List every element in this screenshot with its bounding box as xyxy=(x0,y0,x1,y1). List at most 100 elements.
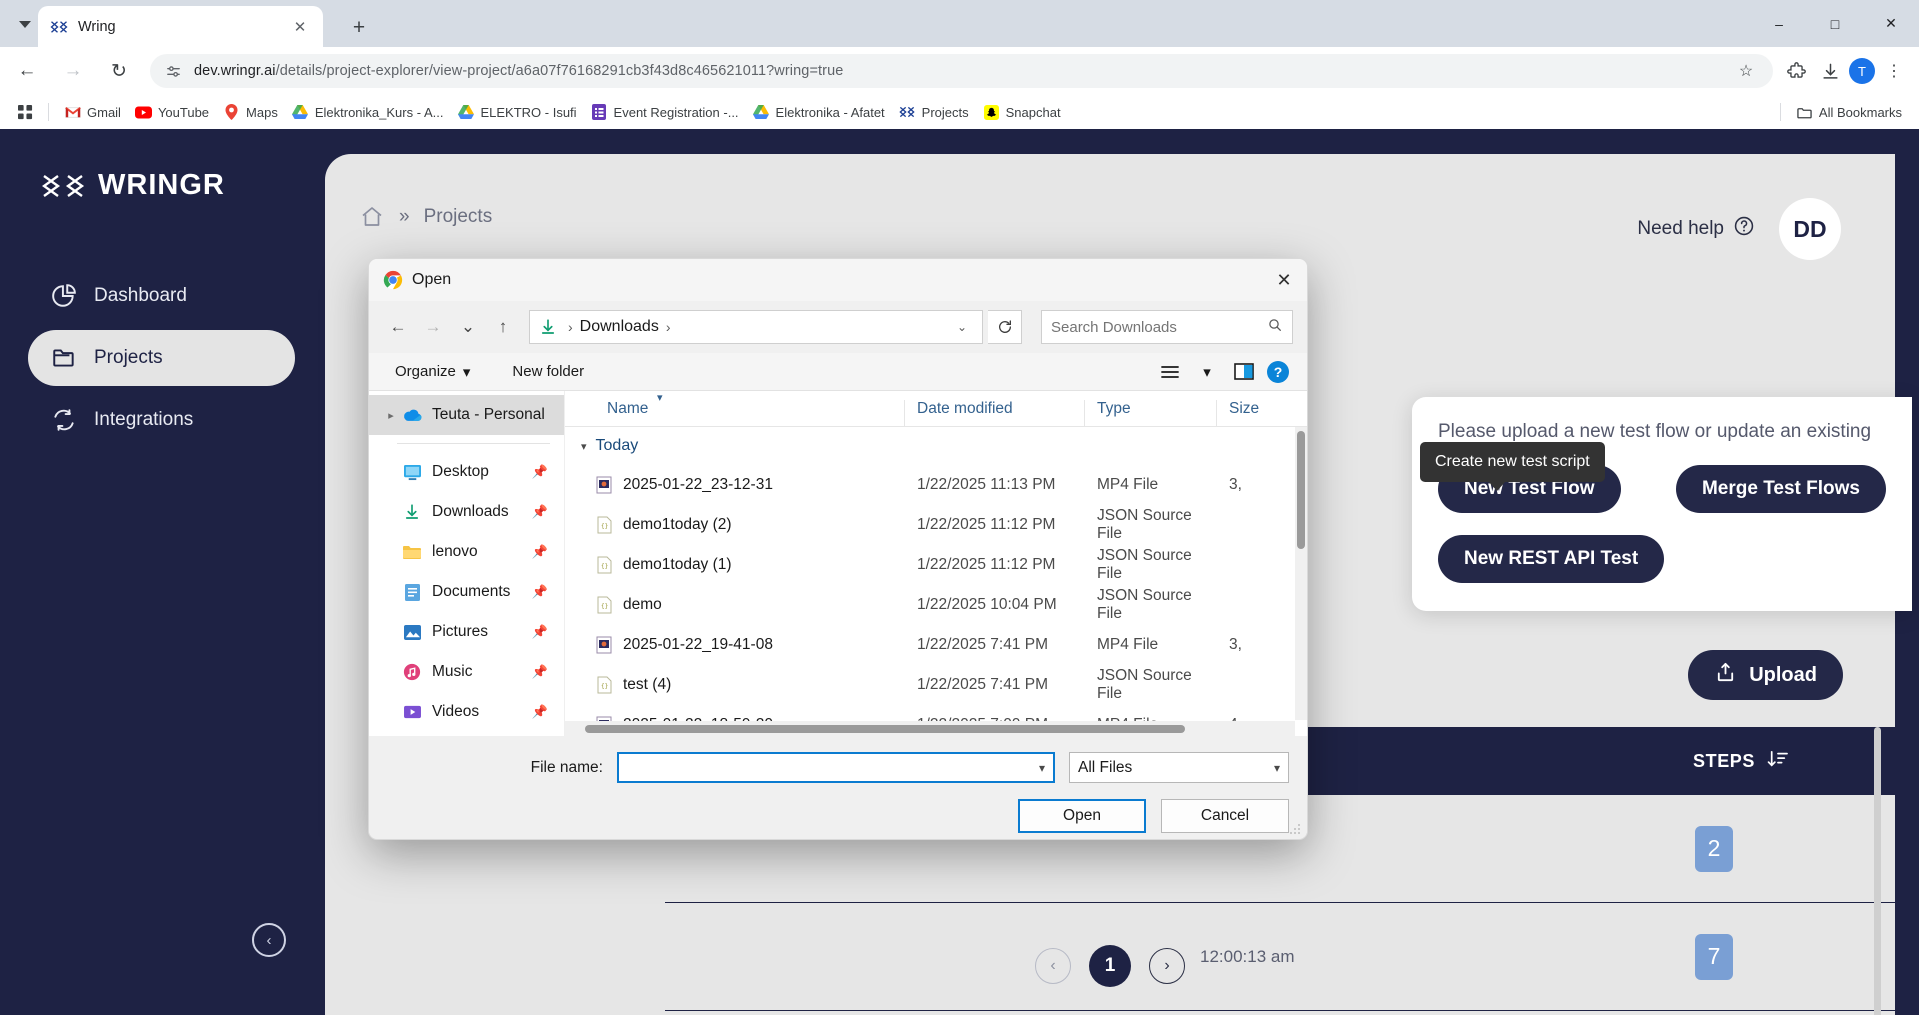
file-list-vertical-scrollbar[interactable] xyxy=(1295,427,1307,720)
filename-field[interactable]: ▾ xyxy=(617,752,1055,783)
list-item[interactable]: {} demo1today (1) 1/22/2025 11:12 PM JSO… xyxy=(565,545,1307,585)
bookmark-elektronika-afatet[interactable]: Elektronika - Afatet xyxy=(746,99,892,125)
search-input[interactable] xyxy=(1051,318,1267,336)
sidebar-collapse-button[interactable]: ‹ xyxy=(252,923,286,957)
user-avatar[interactable]: DD xyxy=(1779,198,1841,260)
chrome-menu-icon[interactable]: ⋮ xyxy=(1879,56,1909,86)
filename-input[interactable] xyxy=(627,759,1039,776)
bookmark-maps[interactable]: Maps xyxy=(216,99,285,125)
all-bookmarks-button[interactable]: All Bookmarks xyxy=(1789,99,1909,125)
minimize-button[interactable]: – xyxy=(1751,0,1807,47)
bookmark-elektronika-kurs[interactable]: Elektronika_Kurs - A... xyxy=(285,99,451,125)
new-tab-button[interactable]: + xyxy=(345,14,373,42)
search-icon[interactable] xyxy=(1267,317,1283,338)
help-icon[interactable]: ? xyxy=(1267,360,1289,383)
tree-item-desktop[interactable]: Desktop 📌 xyxy=(369,452,564,492)
prev-page-button[interactable]: ‹ xyxy=(1035,948,1071,984)
list-item[interactable]: {} demo1today (2) 1/22/2025 11:12 PM JSO… xyxy=(565,505,1307,545)
back-button[interactable]: ← xyxy=(383,312,413,342)
file-type-filter-select[interactable]: All Files ▾ xyxy=(1069,752,1289,783)
page-number-1[interactable]: 1 xyxy=(1089,945,1131,987)
view-list-icon[interactable] xyxy=(1156,360,1184,384)
tree-item-documents[interactable]: Documents 📌 xyxy=(369,572,564,612)
pin-icon[interactable]: 📌 xyxy=(532,464,548,480)
sort-descending-icon[interactable] xyxy=(1767,750,1789,773)
file-list-horizontal-scrollbar[interactable] xyxy=(565,721,1295,736)
cancel-button[interactable]: Cancel xyxy=(1161,799,1289,833)
need-help-button[interactable]: Need help xyxy=(1637,215,1755,243)
column-header-name[interactable]: Name ▾ xyxy=(565,392,905,426)
list-item[interactable]: 2025-01-22_19-41-08 1/22/2025 7:41 PM MP… xyxy=(565,625,1307,665)
maximize-button[interactable]: □ xyxy=(1807,0,1863,47)
file-group-today[interactable]: ▾ Today xyxy=(565,427,1307,465)
chevron-down-icon[interactable]: ▾ xyxy=(581,440,587,453)
pin-icon[interactable]: 📌 xyxy=(532,624,548,640)
new-folder-button[interactable]: New folder xyxy=(504,359,592,384)
breadcrumb-downloads[interactable]: Downloads xyxy=(580,318,659,336)
scrollbar-thumb[interactable] xyxy=(1297,431,1305,549)
bookmark-elektro-isufi[interactable]: ELEKTRO - Isufi xyxy=(450,99,583,125)
scrollbar-thumb[interactable] xyxy=(585,725,1185,733)
bookmark-projects[interactable]: Projects xyxy=(892,99,976,125)
downloads-icon[interactable] xyxy=(1815,56,1845,86)
column-header-type[interactable]: Type xyxy=(1085,400,1217,426)
resize-grip-icon[interactable] xyxy=(1289,822,1301,834)
steps-column-header[interactable]: STEPS xyxy=(1693,750,1789,773)
pin-icon[interactable]: 📌 xyxy=(532,544,548,560)
site-settings-icon[interactable] xyxy=(162,60,184,82)
tree-item-teuta-personal[interactable]: ▸ Teuta - Personal xyxy=(369,395,564,435)
next-page-button[interactable]: › xyxy=(1149,948,1185,984)
forward-button[interactable]: → xyxy=(418,312,448,342)
search-downloads-box[interactable] xyxy=(1041,310,1293,344)
breadcrumb-current[interactable]: Projects xyxy=(424,206,493,228)
tree-item-downloads[interactable]: Downloads 📌 xyxy=(369,492,564,532)
bookmark-star-icon[interactable]: ☆ xyxy=(1731,56,1761,86)
brand-logo[interactable]: WRINGR xyxy=(0,129,325,202)
back-button[interactable]: ← xyxy=(8,52,46,90)
view-options-chevron-icon[interactable]: ▾ xyxy=(1193,360,1221,384)
pin-icon[interactable]: 📌 xyxy=(532,584,548,600)
bookmark-gmail[interactable]: Gmail xyxy=(57,99,128,125)
merge-test-flows-button[interactable]: Merge Test Flows xyxy=(1675,465,1886,513)
sidebar-item-dashboard[interactable]: Dashboard xyxy=(28,268,295,324)
upload-button[interactable]: Upload xyxy=(1688,650,1843,700)
bookmark-snapchat[interactable]: Snapchat xyxy=(976,99,1068,125)
tree-item-pictures[interactable]: Pictures 📌 xyxy=(369,612,564,652)
browser-tab[interactable]: Wring ✕ xyxy=(38,6,323,47)
tab-search-button[interactable] xyxy=(8,8,42,40)
bookmark-event-registration[interactable]: Event Registration -... xyxy=(584,99,746,125)
column-header-size[interactable]: Size xyxy=(1217,400,1277,426)
close-icon[interactable]: ✕ xyxy=(289,16,311,38)
tree-item-lenovo[interactable]: lenovo 📌 xyxy=(369,532,564,572)
list-item[interactable]: {} demo 1/22/2025 10:04 PM JSON Source F… xyxy=(565,585,1307,625)
close-window-button[interactable]: ✕ xyxy=(1863,0,1919,47)
pin-icon[interactable]: 📌 xyxy=(532,704,548,720)
up-button[interactable]: ↑ xyxy=(488,312,518,342)
home-icon[interactable] xyxy=(359,204,385,230)
chevron-right-icon[interactable]: ▸ xyxy=(381,409,401,422)
list-item[interactable]: {} test (4) 1/22/2025 7:41 PM JSON Sourc… xyxy=(565,665,1307,705)
reload-button[interactable]: ↻ xyxy=(100,52,138,90)
sidebar-item-integrations[interactable]: Integrations xyxy=(28,392,295,448)
close-icon[interactable]: ✕ xyxy=(1261,259,1307,301)
path-breadcrumb-bar[interactable]: › Downloads › ⌄ xyxy=(529,310,983,344)
chevron-down-icon[interactable]: ⌄ xyxy=(949,320,975,334)
tree-item-music[interactable]: Music 📌 xyxy=(369,652,564,692)
pin-icon[interactable]: 📌 xyxy=(532,504,548,520)
new-rest-api-test-button[interactable]: New REST API Test xyxy=(1438,535,1665,583)
apps-grid-icon[interactable] xyxy=(10,99,40,125)
bookmark-youtube[interactable]: YouTube xyxy=(128,99,216,125)
sidebar-item-projects[interactable]: Projects xyxy=(28,330,295,386)
column-header-date-modified[interactable]: Date modified xyxy=(905,400,1085,426)
list-item[interactable]: 2025-01-22_23-12-31 1/22/2025 11:13 PM M… xyxy=(565,465,1307,505)
preview-pane-icon[interactable] xyxy=(1230,360,1258,384)
pin-icon[interactable]: 📌 xyxy=(532,664,548,680)
tree-item-videos[interactable]: Videos 📌 xyxy=(369,692,564,732)
chevron-down-icon[interactable]: ▾ xyxy=(1274,761,1280,775)
address-bar[interactable]: dev.wringr.ai/details/project-explorer/v… xyxy=(150,54,1773,88)
organize-button[interactable]: Organize ▾ xyxy=(387,359,478,385)
chevron-down-icon[interactable]: ▾ xyxy=(1039,761,1045,775)
forward-button[interactable]: → xyxy=(54,52,92,90)
profile-avatar[interactable]: T xyxy=(1849,58,1875,84)
open-button[interactable]: Open xyxy=(1018,799,1146,833)
